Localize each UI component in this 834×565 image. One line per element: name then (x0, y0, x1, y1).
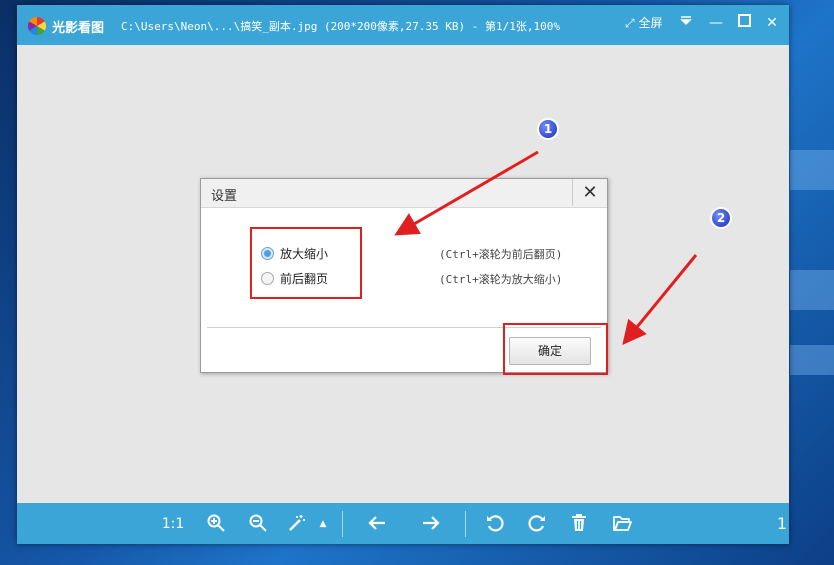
annotation-marker-1: 1 (537, 118, 559, 140)
annotation-marker-2: 2 (710, 207, 732, 229)
annotation-arrow-1 (394, 150, 539, 236)
annotation-arrows (394, 150, 698, 345)
annotation-arrow-2 (622, 254, 698, 345)
